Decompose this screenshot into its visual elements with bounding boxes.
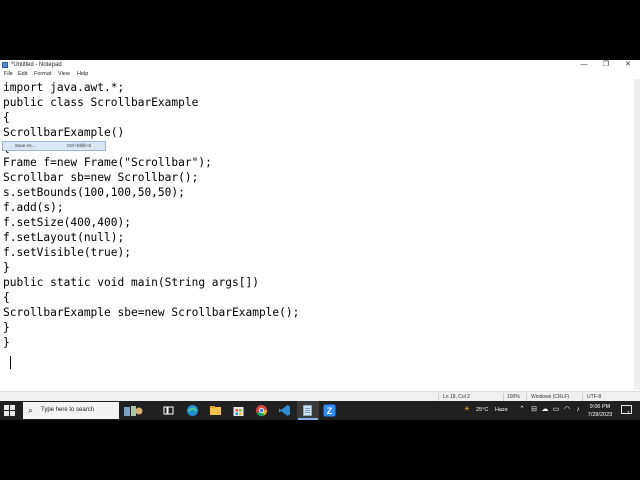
task-view-icon[interactable] [162, 404, 175, 417]
menu-edit[interactable]: Edit [18, 70, 27, 79]
status-divider [526, 393, 527, 401]
search-highlight-icon [124, 406, 143, 416]
code-line: public class ScrollbarExample [3, 96, 199, 109]
notification-count: 2 [627, 410, 630, 415]
status-divider [582, 393, 583, 401]
code-line: ScrollbarExample sbe=new ScrollbarExampl… [3, 306, 300, 319]
display-icon[interactable]: ▭ [551, 405, 561, 415]
wifi-icon[interactable]: ◠ [562, 405, 572, 415]
zoom-app-icon[interactable]: Z [323, 404, 336, 417]
notepad-taskbar-icon[interactable] [301, 404, 314, 417]
code-line: ScrollbarExample() [3, 126, 125, 139]
onedrive-icon[interactable]: ☁ [540, 405, 550, 415]
context-menu-label: Save As... [15, 143, 36, 148]
menu-view[interactable]: View [58, 70, 70, 79]
weather-description[interactable]: Haze [495, 406, 508, 414]
code-line: { [3, 291, 10, 304]
weather-icon[interactable]: ☀ [461, 405, 473, 415]
weather-temperature[interactable]: 25°C [476, 406, 488, 414]
windows-logo-icon [4, 411, 9, 416]
menu-help[interactable]: Help [77, 70, 88, 79]
code-line: Scrollbar sb=new Scrollbar(); [3, 171, 199, 184]
edge-browser-icon[interactable] [186, 404, 199, 417]
code-line: } [3, 261, 10, 274]
menu-format[interactable]: Format [34, 70, 51, 79]
code-line: } [3, 321, 10, 334]
vertical-scrollbar[interactable] [634, 79, 640, 390]
clock-date[interactable]: 7/28/2023 [586, 411, 614, 419]
start-button[interactable] [4, 405, 15, 416]
file-explorer-icon[interactable] [209, 404, 222, 417]
clock-time[interactable]: 9:06 PM [588, 403, 612, 411]
context-menu-item-save-as[interactable]: Save As... Ctrl+Shift+S [2, 141, 106, 151]
menu-bar: File Edit Format View Help [0, 70, 640, 79]
active-app-indicator [298, 418, 318, 420]
context-menu-shortcut: Ctrl+Shift+S [67, 143, 92, 148]
windows-logo-icon [10, 405, 15, 410]
code-line: f.setLayout(null); [3, 231, 125, 244]
store-icon[interactable] [232, 404, 245, 417]
status-bar: Ln 18, Col 2 100% Windows (CRLF) UTF-8 [0, 391, 640, 401]
code-line: Frame f=new Frame("Scrollbar"); [3, 156, 212, 169]
code-line: } [3, 336, 10, 349]
code-line: f.add(s); [3, 201, 64, 214]
code-line: import java.awt.*; [3, 81, 125, 94]
vscode-icon[interactable] [278, 404, 291, 417]
window-title: *Untitled - Notepad [11, 62, 62, 68]
code-line: f.setSize(400,400); [3, 216, 131, 229]
code-line: s.setBounds(100,100,50,50); [3, 186, 185, 199]
minimize-button[interactable]: — [573, 60, 595, 70]
text-caret [10, 356, 11, 369]
search-placeholder: Type here to search [41, 407, 95, 413]
chevron-up-icon[interactable]: ⌃ [517, 405, 527, 415]
close-button[interactable]: ✕ [617, 60, 639, 70]
volume-icon[interactable]: ♪ [573, 405, 583, 415]
title-bar: *Untitled - Notepad — ❐ ✕ [0, 60, 640, 70]
screen: *Untitled - Notepad — ❐ ✕ File Edit Form… [0, 60, 640, 420]
status-divider [503, 393, 504, 401]
taskbar: ⌕ Type here to search Z ☀ 25°C Haze ⌃ ⊟ … [0, 401, 640, 420]
network-drive-icon[interactable]: ⊟ [529, 405, 539, 415]
windows-logo-icon [4, 405, 9, 410]
windows-logo-icon [10, 411, 15, 416]
text-editor[interactable]: import java.awt.*; public class Scrollba… [0, 79, 640, 390]
notifications-icon[interactable] [620, 405, 632, 419]
search-icon: ⌕ [28, 405, 34, 415]
menu-file[interactable]: File [4, 70, 13, 79]
taskbar-search-box[interactable]: ⌕ Type here to search [23, 402, 143, 419]
code-line: f.setVisible(true); [3, 246, 131, 259]
notepad-icon [2, 62, 8, 68]
chrome-icon[interactable] [255, 404, 268, 417]
code-line: { [3, 111, 10, 124]
svg-text:Z: Z [327, 406, 333, 416]
status-divider [438, 393, 439, 401]
code-line: public static void main(String args[]) [3, 276, 259, 289]
maximize-button[interactable]: ❐ [595, 60, 617, 70]
